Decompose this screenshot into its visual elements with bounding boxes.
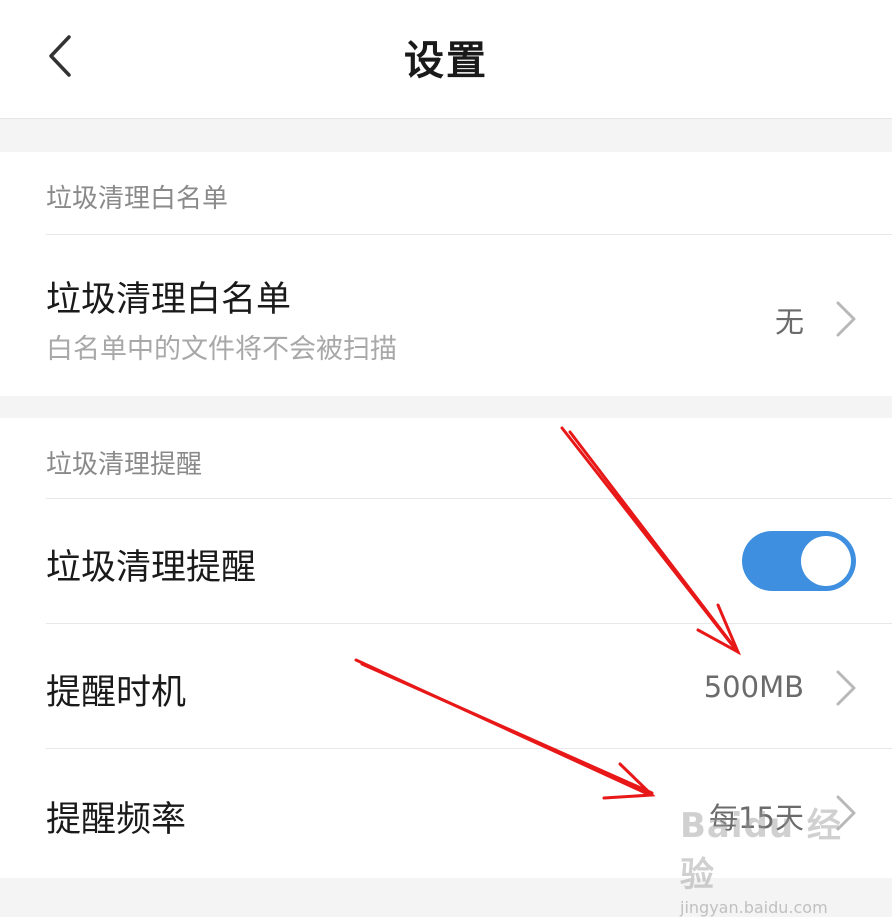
section-header: 垃圾清理提醒 xyxy=(46,450,203,480)
row-title: 提醒时机 xyxy=(46,673,187,713)
reminder-frequency-row[interactable]: 提醒频率 每15天 xyxy=(0,749,892,873)
section-header: 垃圾清理白名单 xyxy=(46,184,229,214)
page-title: 设置 xyxy=(404,38,488,84)
row-subtitle: 白名单中的文件将不会被扫描 xyxy=(46,334,397,365)
toggle-knob xyxy=(801,536,851,586)
row-title: 垃圾清理白名单 xyxy=(46,280,292,320)
row-value: 每15天 xyxy=(709,801,804,835)
row-title: 提醒频率 xyxy=(46,800,187,840)
reminder-timing-row[interactable]: 提醒时机 500MB xyxy=(0,624,892,748)
top-bar: 设置 xyxy=(0,0,892,119)
row-value: 500MB xyxy=(703,670,804,704)
reminder-section: 垃圾清理提醒 垃圾清理提醒 提醒时机 500MB 提醒频率 每15天 xyxy=(0,418,892,878)
reminder-toggle-row: 垃圾清理提醒 xyxy=(0,499,892,623)
row-value: 无 xyxy=(774,305,804,339)
chevron-right-icon xyxy=(836,670,856,706)
chevron-right-icon xyxy=(836,301,856,337)
chevron-right-icon xyxy=(836,795,856,831)
watermark-domain: jingyan.baidu.com xyxy=(680,898,828,917)
reminder-toggle[interactable] xyxy=(742,531,856,591)
whitelist-section: 垃圾清理白名单 垃圾清理白名单 白名单中的文件将不会被扫描 无 xyxy=(0,152,892,396)
row-title: 垃圾清理提醒 xyxy=(46,548,257,588)
whitelist-row[interactable]: 垃圾清理白名单 白名单中的文件将不会被扫描 无 xyxy=(0,235,892,396)
